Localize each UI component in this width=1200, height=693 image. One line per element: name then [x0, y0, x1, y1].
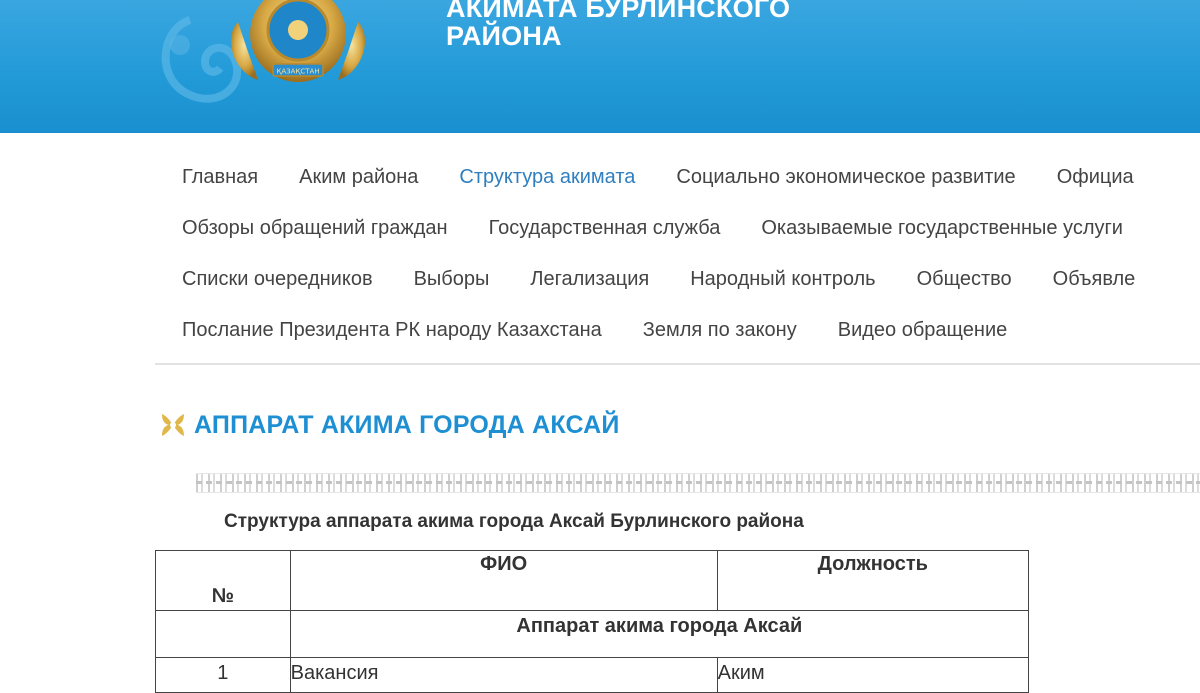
nav-link-akim-rayona[interactable]: Аким района: [299, 166, 418, 189]
group-num-cell: [155, 610, 291, 658]
header-fio: ФИО: [289, 550, 718, 611]
nav-link-video-obrashchenie[interactable]: Видео обращение: [838, 319, 1008, 342]
nav-row-3: Списки очередников Выборы Легализация На…: [182, 254, 1200, 305]
nav-link-narodnyy-kontrol[interactable]: Народный контроль: [690, 268, 875, 291]
nav-link-glavnaya[interactable]: Главная: [182, 166, 258, 189]
nav-link-zemlya-po-zakonu[interactable]: Земля по закону: [643, 319, 797, 342]
group-title: Аппарат акима города Аксай: [289, 610, 1030, 658]
nav-link-socialno-ekonomicheskoe-razvitie[interactable]: Социально экономическое развитие: [676, 166, 1015, 189]
table-group-row: Аппарат акима города Аксай: [155, 610, 1030, 658]
staff-table: № ФИО Должность Аппарат акима города Акс…: [155, 550, 1030, 693]
nav-link-obyavleniya[interactable]: Объявле: [1053, 268, 1136, 291]
nav-divider: [155, 363, 1200, 365]
nav-row-2: Обзоры обращений граждан Государственная…: [182, 203, 1200, 254]
table-header-row: № ФИО Должность: [155, 550, 1030, 611]
nav-link-struktura-akimata[interactable]: Структура акимата: [459, 166, 635, 189]
nav-link-vybory[interactable]: Выборы: [414, 268, 490, 291]
site-title-line1: АКИМАТА БУРЛИНСКОГО: [446, 0, 791, 23]
section-title: АППАРАТ АКИМА ГОРОДА АКСАЙ: [194, 410, 620, 439]
ornament-divider: [196, 473, 1200, 493]
header-num: №: [155, 550, 291, 611]
nav-row-4: Послание Президента РК народу Казахстана…: [182, 305, 1200, 356]
row-num: 1: [155, 657, 291, 693]
nav-link-spiski-ocherednikov[interactable]: Списки очередников: [182, 268, 373, 291]
site-title[interactable]: АКИМАТА БУРЛИНСКОГО РАЙОНА: [446, 0, 790, 50]
section-heading: АППАРАТ АКИМА ГОРОДА АКСАЙ: [158, 410, 620, 440]
table-row: 1 Вакансия Аким: [155, 657, 1030, 693]
nav-link-gosudarstvennaya-sluzhba[interactable]: Государственная служба: [489, 217, 721, 240]
main-navigation: Главная Аким района Структура акимата Со…: [182, 152, 1200, 356]
nav-link-obshchestvo[interactable]: Общество: [917, 268, 1012, 291]
nav-link-obzory-obrashcheniy[interactable]: Обзоры обращений граждан: [182, 217, 448, 240]
ornament-icon: [162, 414, 184, 436]
row-position: Аким: [716, 657, 1030, 693]
row-fio: Вакансия: [289, 657, 718, 693]
emblem-ribbon-text: ҚАЗАҚСТАН: [276, 68, 319, 76]
content-subtitle: Структура аппарата акима города Аксай Бу…: [224, 511, 804, 532]
nav-link-poslanie-prezidenta[interactable]: Послание Президента РК народу Казахстана: [182, 319, 602, 342]
nav-row-1: Главная Аким района Структура акимата Со…: [182, 152, 1200, 203]
site-header-banner: ҚАЗАҚСТАН АКИМАТА БУРЛИНСКОГО РАЙОНА: [0, 0, 1200, 133]
kazakhstan-emblem-icon[interactable]: ҚАЗАҚСТАН: [218, 0, 378, 92]
nav-link-oficialnoe[interactable]: Официа: [1057, 166, 1134, 189]
nav-link-gosudarstvennye-uslugi[interactable]: Оказываемые государственные услуги: [761, 217, 1123, 240]
site-title-line2: РАЙОНА: [446, 21, 562, 51]
header-position: Должность: [716, 550, 1030, 611]
nav-link-legalizaciya[interactable]: Легализация: [530, 268, 649, 291]
